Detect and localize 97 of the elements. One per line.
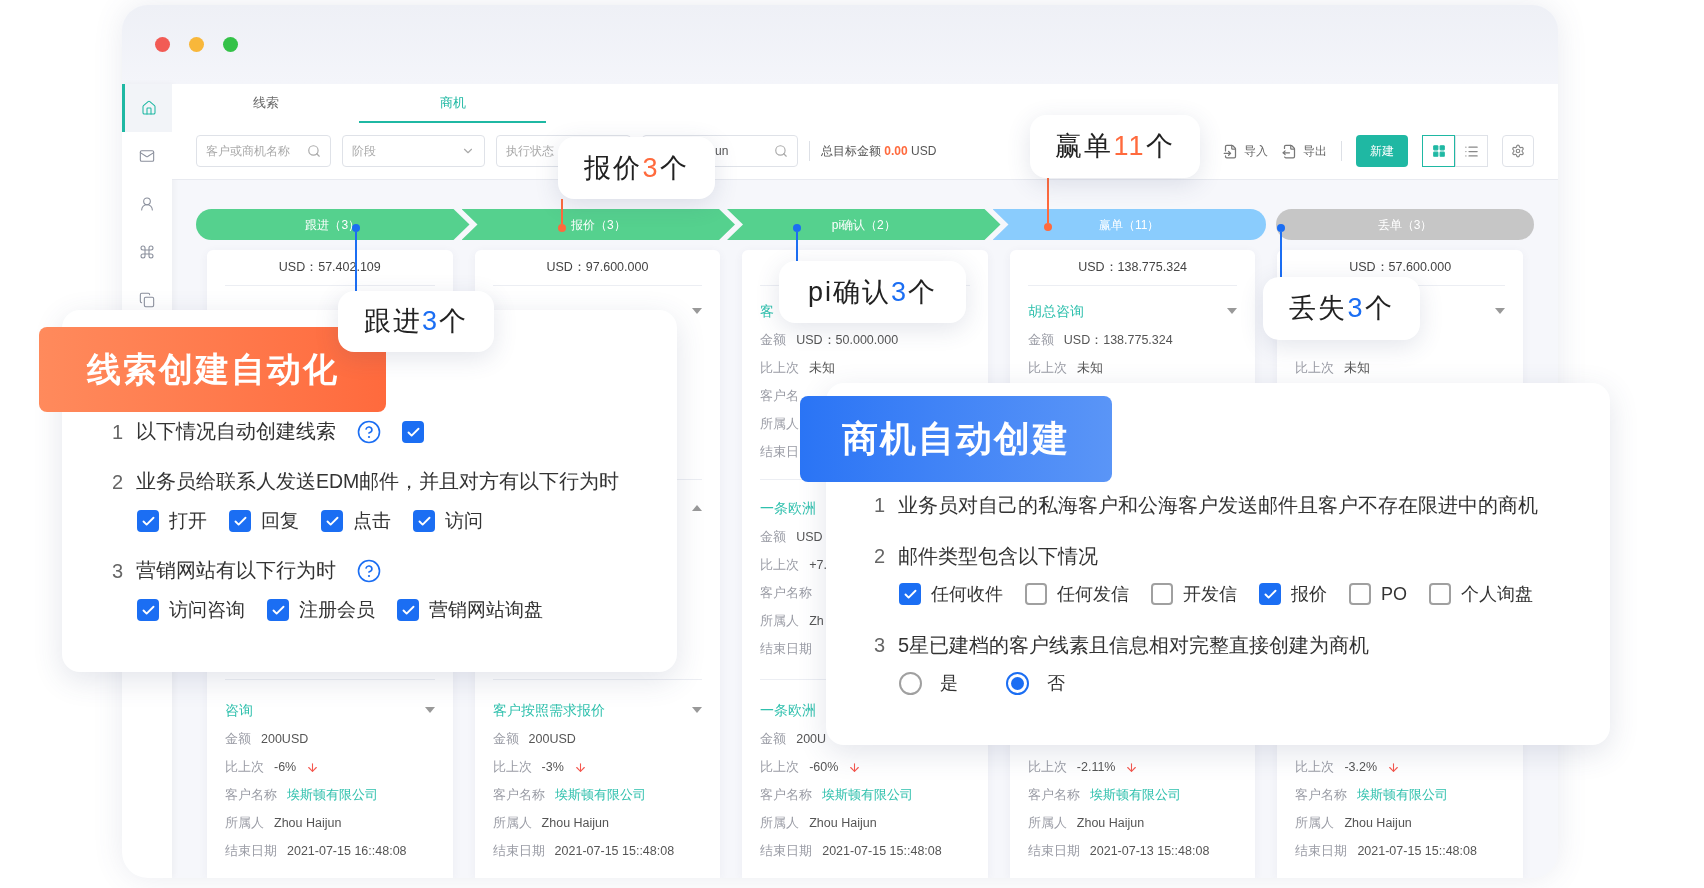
callout-label: 丢失3个 <box>1289 292 1394 326</box>
rule-text: 邮件类型包含以下情况 <box>898 544 1098 569</box>
callout-label: pi确认3个 <box>807 275 937 309</box>
rule-text: 以下情况自动创建线索 <box>136 419 336 445</box>
field-label: 所属人 <box>492 814 532 832</box>
item-number: 2 <box>874 544 887 569</box>
rule-text: 5星已建档的客户线素且信息相对完整直接创建为商机 <box>898 633 1370 658</box>
column-total: USD：57.600.000 <box>1349 259 1452 277</box>
field-label: 所属人 <box>1027 814 1067 832</box>
field-label: 比上次 <box>1027 758 1067 776</box>
field-value: Zhou Haijun <box>809 814 877 832</box>
option-label: 点击 <box>353 508 391 533</box>
field-label: 金额 <box>225 730 251 748</box>
option-label: 注册会员 <box>299 597 375 622</box>
field-label: 客户名称 <box>492 786 545 804</box>
item-number: 2 <box>112 470 125 495</box>
field-label: 客户名称 <box>760 584 813 602</box>
field-value: -2.11% <box>1076 758 1116 776</box>
item-number: 3 <box>874 633 887 658</box>
field-label: 所属人 <box>760 415 800 433</box>
field-label: 金额 <box>1027 331 1054 349</box>
field-value: 2021-07-15 15::48:08 <box>1357 842 1477 860</box>
field-label: 结束日期 <box>492 842 545 860</box>
field-label: 金额 <box>492 730 519 748</box>
option-label: 是 <box>940 671 958 695</box>
field-value: 200USD <box>528 730 576 748</box>
field-label: 结束日期 <box>225 842 277 860</box>
field-label: 客户名称 <box>1027 786 1080 804</box>
field-label: 比上次 <box>760 556 800 574</box>
callout-label: 赢单11个 <box>1055 130 1175 164</box>
field-label: 金额 <box>760 528 787 546</box>
option-label: 访问咨询 <box>169 597 245 622</box>
field-value: -6% <box>274 758 297 776</box>
rule-text: 业务员对自己的私海客户和公海客户发送邮件且客户不存在限进中的商机 <box>898 493 1538 518</box>
field-value: -60% <box>809 758 839 776</box>
panel-title: 商机自动创建 <box>800 396 1112 482</box>
total-target: 总目标金额 0.00 USD <box>821 143 937 160</box>
field-label: 金额 <box>760 331 787 349</box>
option-label: 任何发信 <box>1057 582 1129 606</box>
field-value: Zhou Haijun <box>274 814 342 832</box>
field-label: 比上次 <box>1295 359 1335 377</box>
rule-text: 营销网站有以下行为时 <box>136 558 336 584</box>
item-number: 1 <box>112 420 125 445</box>
field-label: 比上次 <box>225 758 264 776</box>
option-label: PO <box>1381 582 1407 606</box>
field-value: 2021-07-15 16::48:08 <box>287 842 407 860</box>
field-value: Zhou Haijun <box>541 814 609 832</box>
field-label: 比上次 <box>760 758 800 776</box>
item-number: 1 <box>874 493 887 518</box>
field-label: 客户名 <box>760 387 800 405</box>
option-label: 任何收件 <box>931 582 1003 606</box>
field-label: 结束日期 <box>1295 842 1348 860</box>
option-label: 否 <box>1047 671 1065 695</box>
field-label: 金额 <box>760 730 787 748</box>
field-label: 比上次 <box>1027 359 1067 377</box>
rule-text: 业务员给联系人发送EDM邮件，并且对方有以下行为时 <box>136 469 620 495</box>
field-label: 比上次 <box>492 758 532 776</box>
field-value: 200USD <box>261 730 309 748</box>
field-label: 结束日期 <box>1027 842 1080 860</box>
option-label: 回复 <box>261 508 299 533</box>
field-label: 所属人 <box>760 814 800 832</box>
option-label: 打开 <box>169 508 207 533</box>
field-label: 客户名称 <box>760 786 813 804</box>
field-value: Zhou Haijun <box>1344 814 1412 832</box>
field-label: 所属人 <box>225 814 264 832</box>
field-value: 200U <box>796 730 827 748</box>
field-value: +7. <box>809 556 827 574</box>
item-number: 3 <box>112 559 125 584</box>
field-label: 结束日期 <box>760 842 813 860</box>
column-total: USD：97.600.000 <box>546 259 649 277</box>
field-label: 结束日 <box>760 443 800 461</box>
field-value: Zhou Haijun <box>1076 814 1145 832</box>
field-label: 比上次 <box>760 359 800 377</box>
column-total: USD：138.775.324 <box>1078 259 1188 277</box>
field-value: USD <box>796 528 823 546</box>
field-value: -3% <box>541 758 564 776</box>
field-value: -3.2% <box>1344 758 1378 776</box>
field-value: 未知 <box>1076 359 1103 377</box>
field-value: 2021-07-15 15::48:08 <box>822 842 942 860</box>
field-value: 未知 <box>1344 359 1371 377</box>
field-label: 所属人 <box>760 612 800 630</box>
option-label: 访问 <box>445 508 483 533</box>
field-label: 结束日期 <box>760 640 813 658</box>
option-label: 开发信 <box>1183 582 1237 606</box>
option-label: 报价 <box>1291 582 1327 606</box>
field-label: 所属人 <box>1295 814 1335 832</box>
field-value: 2021-07-13 15::48:08 <box>1089 842 1210 860</box>
field-value: USD：50.000.000 <box>796 331 899 349</box>
field-value: 2021-07-15 15::48:08 <box>554 842 675 860</box>
field-value: Zh <box>809 612 824 630</box>
option-label: 营销网站询盘 <box>429 597 543 622</box>
option-label: 个人询盘 <box>1461 582 1533 606</box>
field-label: 客户名称 <box>225 786 277 804</box>
field-value: 未知 <box>809 359 836 377</box>
field-label: 客户名称 <box>1295 786 1348 804</box>
field-label: 比上次 <box>1295 758 1335 776</box>
field-value: USD：138.775.324 <box>1063 331 1173 349</box>
